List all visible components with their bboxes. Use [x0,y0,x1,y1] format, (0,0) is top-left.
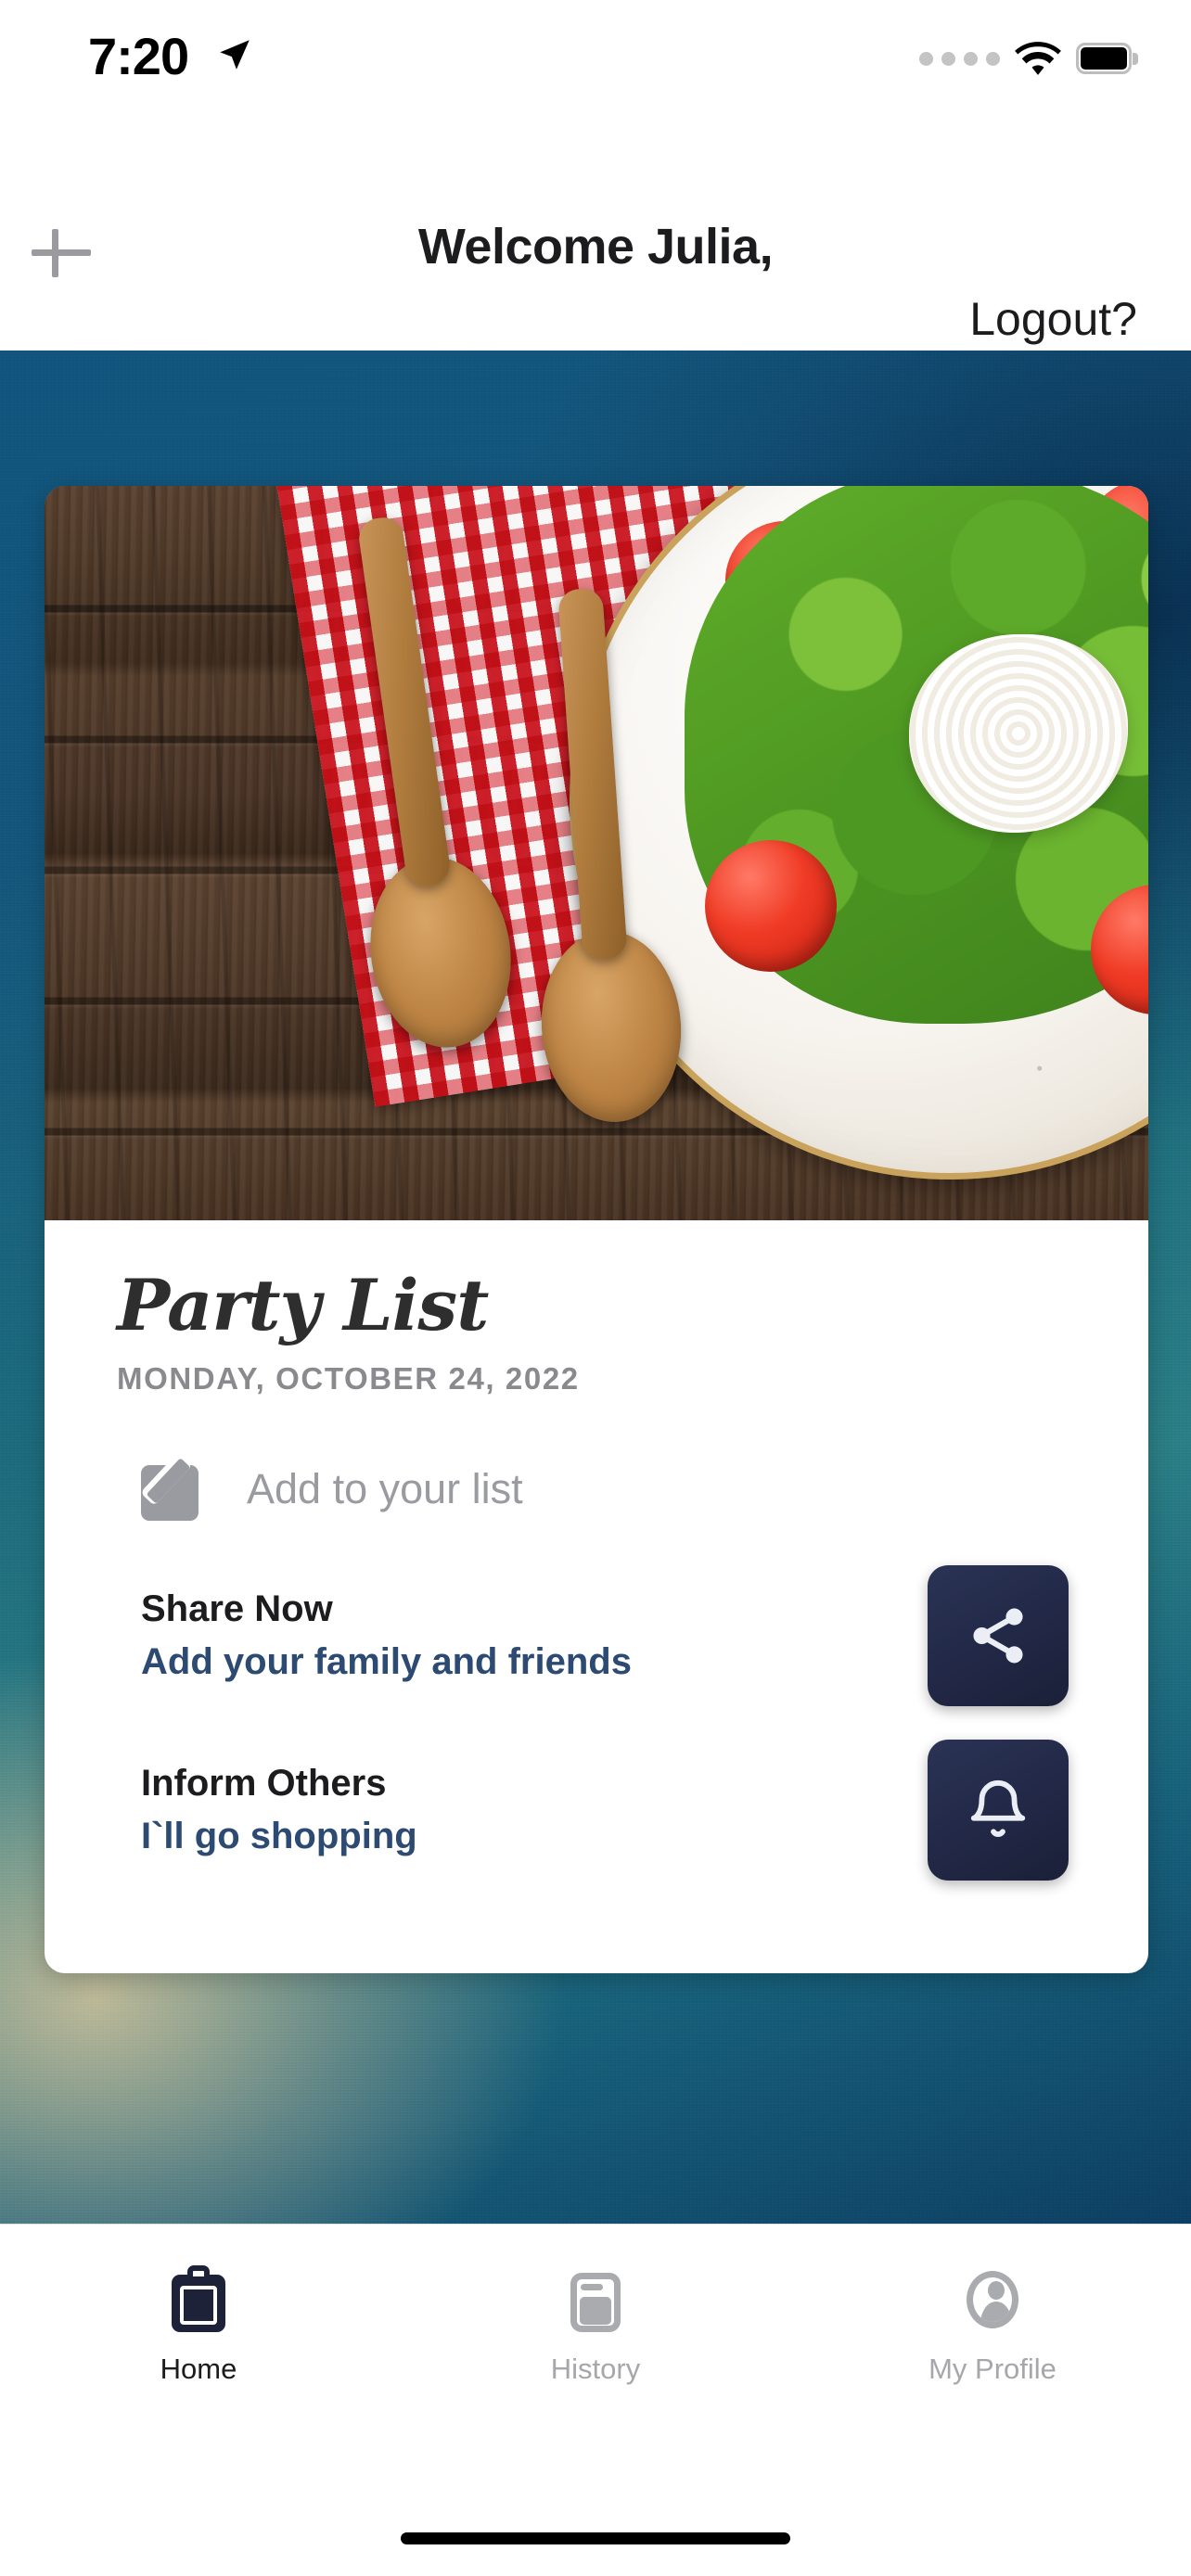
share-now-title: Share Now [141,1588,333,1629]
share-now-row[interactable]: Share Now Add your family and friends [141,1565,1076,1706]
edit-pencil-icon [141,1458,206,1521]
share-button[interactable] [928,1565,1069,1706]
logout-button[interactable]: Logout? [969,292,1137,346]
tab-my-profile-label: My Profile [928,2353,1057,2385]
tab-home[interactable]: Home [0,2264,397,2386]
inform-others-row[interactable]: Inform Others I`ll go shopping [141,1740,1076,1881]
tab-history-label: History [550,2353,641,2385]
share-icon [973,1608,1023,1664]
party-list-card: Party List MONDAY, OCTOBER 24, 2022 Add … [45,486,1148,1973]
bottom-tab-bar: Home History My Profile [0,2224,1191,2576]
app-header: Welcome Julia, Logout? [0,121,1191,351]
status-bar-indicators [919,41,1138,76]
share-now-subtitle[interactable]: Add your family and friends [141,1641,632,1683]
status-bar-time: 7:20 [88,27,189,85]
inform-others-subtitle[interactable]: I`ll go shopping [141,1816,417,1857]
salad-plate-photo [45,486,1148,1220]
add-to-list-input[interactable]: Add to your list [247,1465,523,1513]
person-avatar-icon [962,2264,1023,2332]
history-card-icon [565,2264,626,2332]
notify-button[interactable] [928,1740,1069,1881]
inform-others-title: Inform Others [141,1763,387,1804]
app-screen: 7:20 Welcome Julia, Logout? Party List M… [0,0,1191,2576]
page-title: Welcome Julia, [417,219,774,274]
tab-history[interactable]: History [397,2264,794,2386]
card-body: Party List MONDAY, OCTOBER 24, 2022 Add … [45,1220,1148,1881]
list-date: MONDAY, OCTOBER 24, 2022 [117,1361,580,1396]
tab-my-profile[interactable]: My Profile [794,2264,1191,2386]
status-bar: 7:20 [0,0,1191,121]
bell-icon [970,1779,1026,1837]
tab-home-label: Home [160,2353,237,2385]
location-arrow-icon [220,40,250,70]
home-indicator[interactable] [401,2532,790,2544]
wifi-icon [1015,42,1061,75]
list-title: Party List [117,1264,489,1346]
signal-dots-icon [919,51,1000,66]
add-to-list-row[interactable]: Add to your list [141,1458,1076,1521]
clipboard-icon [168,2264,229,2332]
battery-full-icon [1076,43,1138,74]
